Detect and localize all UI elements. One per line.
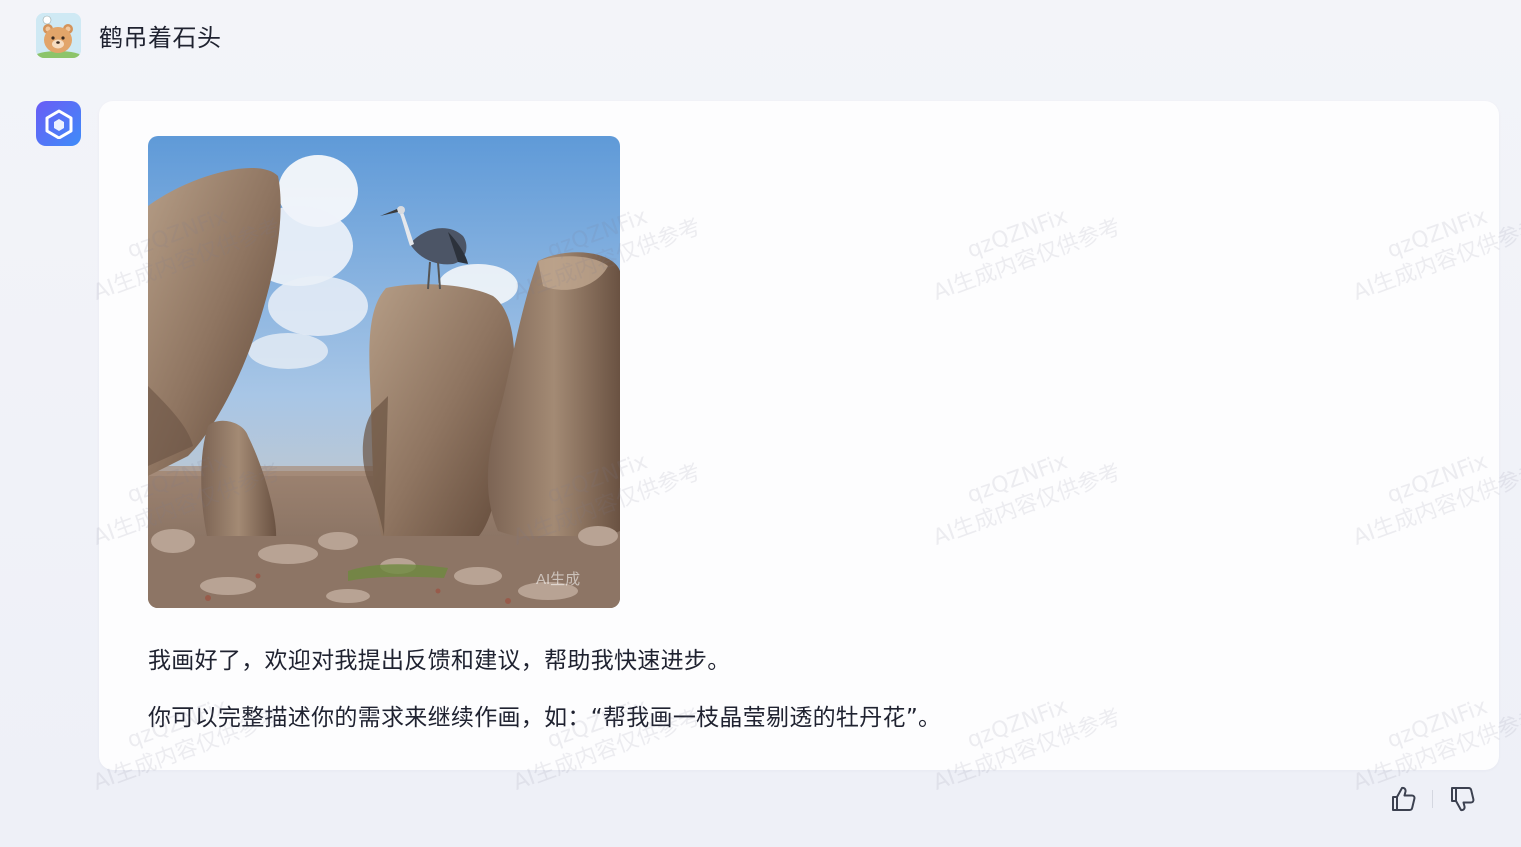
- feedback-bar: [1388, 784, 1477, 814]
- thumbs-up-icon: [1392, 786, 1416, 811]
- user-prompt-text: 鹤吊着石头: [99, 23, 222, 52]
- like-button[interactable]: [1388, 784, 1418, 814]
- ai-generated-badge: AI生成: [536, 571, 580, 588]
- generated-image[interactable]: AI生成: [148, 136, 620, 608]
- cube-logo-icon: [36, 101, 81, 146]
- user-message-row: 鹤吊着石头: [36, 12, 222, 58]
- chat-page: 鹤吊着石头 AI生成 我画好了，欢迎对我提出反馈和建议，帮助我快速进步。 你可以…: [0, 0, 1521, 847]
- assistant-response-card: AI生成 我画好了，欢迎对我提出反馈和建议，帮助我快速进步。 你可以完整描述你的…: [99, 101, 1499, 770]
- thumbs-down-icon: [1451, 787, 1475, 812]
- feedback-divider: [1432, 790, 1433, 808]
- reply-text-line-1: 我画好了，欢迎对我提出反馈和建议，帮助我快速进步。: [148, 648, 731, 674]
- reply-text-line-2: 你可以完整描述你的需求来继续作画，如：“帮我画一枝晶莹剔透的牡丹花”。: [148, 705, 942, 731]
- bear-avatar-icon: [36, 12, 81, 58]
- dislike-button[interactable]: [1447, 784, 1477, 814]
